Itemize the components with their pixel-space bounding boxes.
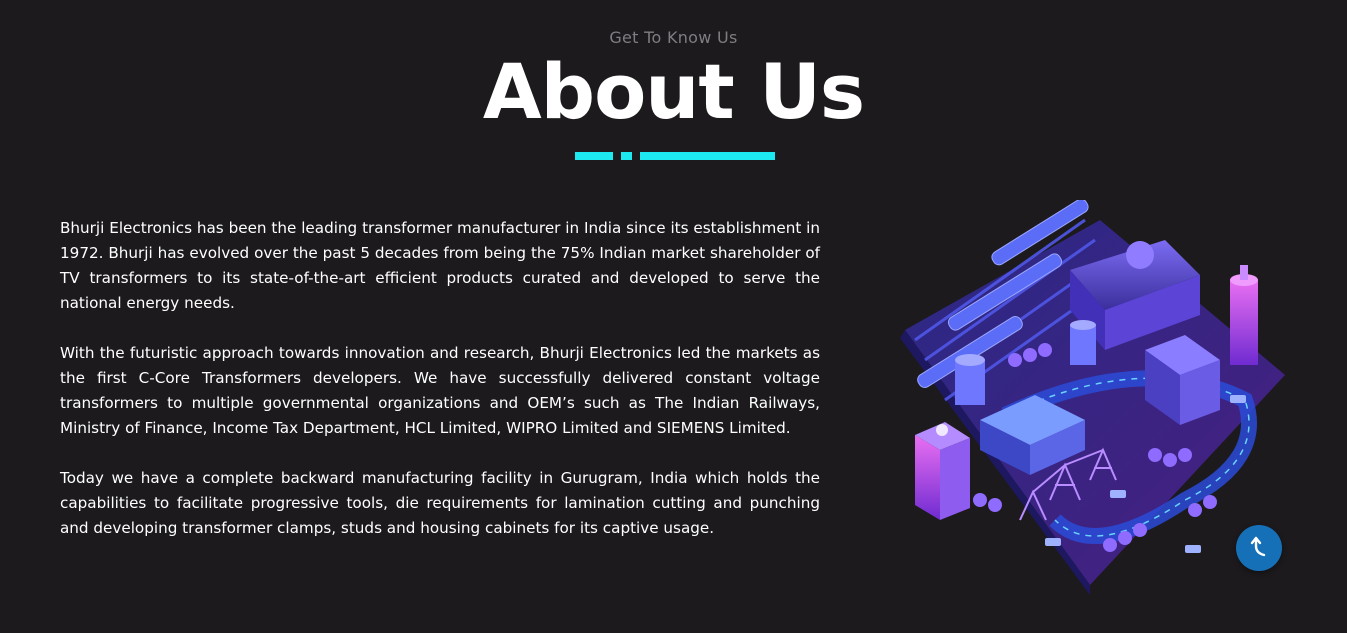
title-divider-segment: [621, 152, 632, 160]
isometric-city-illustration: [885, 198, 1295, 595]
page-title: About Us: [482, 47, 865, 136]
about-paragraph: Bhurji Electronics has been the leading …: [60, 219, 820, 312]
about-content: Bhurji Electronics has been the leading …: [60, 216, 820, 566]
section-eyebrow: Get To Know Us: [609, 28, 738, 47]
about-paragraph: Today we have a complete backward manufa…: [60, 469, 820, 537]
title-divider-segment: [575, 152, 613, 160]
scroll-to-top-button[interactable]: [1236, 525, 1282, 571]
arrow-up-icon: [1248, 534, 1270, 562]
title-divider-segment: [640, 152, 775, 160]
about-paragraph: With the futuristic approach towards inn…: [60, 344, 820, 437]
